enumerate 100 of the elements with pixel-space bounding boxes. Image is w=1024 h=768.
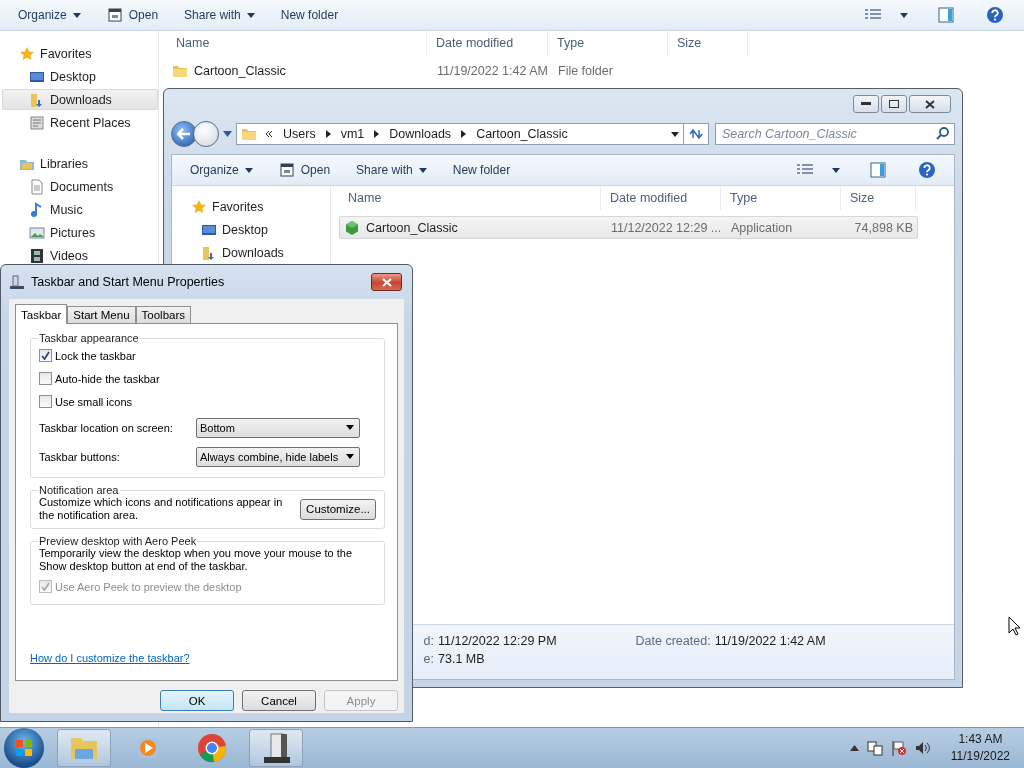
minimize-button[interactable] <box>853 95 879 113</box>
taskbar-app-button[interactable] <box>249 729 303 767</box>
preview-pane-icon <box>938 7 954 23</box>
forward-button[interactable] <box>193 121 219 147</box>
windows-logo-icon <box>15 739 33 757</box>
nav-item[interactable]: Videos <box>2 245 158 266</box>
chevron-icon <box>325 130 331 138</box>
minimize-icon <box>861 102 871 106</box>
dropdown[interactable]: Always combine, hide labels <box>196 446 360 467</box>
start-button[interactable] <box>4 728 44 768</box>
dropdown[interactable]: Bottom <box>196 417 360 438</box>
play-icon <box>135 735 161 761</box>
file-row[interactable]: Cartoon_Classic 11/19/2022 1:42 AM File folder <box>167 59 750 82</box>
column-header[interactable]: Date modified <box>601 186 721 210</box>
type-cell-text: File folder <box>557 63 614 78</box>
toolbar-button[interactable]: Organize <box>182 160 261 180</box>
column-header[interactable]: Type <box>548 31 668 55</box>
type-cell-text: Application <box>730 220 794 235</box>
checkbox[interactable] <box>39 372 52 385</box>
checkmark-icon <box>41 582 50 591</box>
checkbox[interactable] <box>39 395 52 408</box>
maximize-icon <box>889 100 899 108</box>
file-row[interactable]: Cartoon_Classic 11/12/2022 12:29 ... Application 74,898 KB <box>339 216 918 239</box>
caret-icon <box>671 131 679 137</box>
caret-icon <box>832 167 840 173</box>
view-options-icon <box>864 8 882 22</box>
nav-item[interactable]: Downloads <box>2 89 158 110</box>
close-button[interactable] <box>909 95 951 113</box>
toolbar-button[interactable]: Open <box>98 4 167 26</box>
toolbar-button[interactable]: New folder <box>444 160 519 180</box>
column-header[interactable]: Type <box>721 186 841 210</box>
chevron-icon <box>374 130 380 138</box>
picture-icon <box>29 224 45 241</box>
toolbar-button[interactable]: Open <box>270 159 339 181</box>
view-options-icon <box>796 163 814 177</box>
column-header[interactable]: Name <box>167 31 427 55</box>
dropdown-label: Taskbar location on screen: <box>39 421 174 434</box>
browser-icon <box>197 733 227 763</box>
detail-value: 11/19/2022 1:42 AM <box>714 634 826 650</box>
clock[interactable]: 1:43 AM 11/19/2022 <box>950 731 1010 765</box>
breadcrumb[interactable]: Downloads <box>387 127 454 141</box>
breadcrumb[interactable]: Users <box>281 127 318 141</box>
nav-item[interactable]: Downloads <box>174 242 330 263</box>
nav-item[interactable]: Desktop <box>174 219 330 240</box>
nav-item[interactable]: Pictures <box>2 222 158 243</box>
toolbar-button[interactable]: Organize <box>10 5 89 25</box>
description-text: Temporarily view the desktop when you move your mouse to the Show desktop button at end of the taskbar. <box>39 547 354 573</box>
mouse-pointer-icon <box>1008 616 1021 636</box>
caret-icon <box>244 167 253 173</box>
detail-value: 73.1 MB <box>438 652 486 668</box>
caret-icon <box>900 12 908 18</box>
nav-item[interactable]: Desktop <box>2 66 158 87</box>
column-header[interactable]: Name <box>339 186 601 210</box>
close-button[interactable] <box>371 273 402 291</box>
file-name: Cartoon_Classic <box>194 63 286 78</box>
search-icon <box>936 127 949 140</box>
maximize-button[interactable] <box>881 95 907 113</box>
detail-label: Date created: <box>634 634 711 650</box>
caret-icon <box>223 131 232 137</box>
nav-item[interactable]: Libraries <box>2 153 158 174</box>
column-header[interactable]: Size <box>841 186 916 210</box>
dialog-button[interactable]: OK <box>160 690 234 711</box>
tab[interactable]: Toolbars <box>135 306 191 323</box>
caret-icon <box>346 425 354 430</box>
application-icon <box>344 219 360 236</box>
date-cell-text: 11/12/2022 12:29 ... <box>610 220 722 235</box>
description-text: Customize which icons and notifications appear in the notification area. <box>39 496 284 522</box>
nav-item[interactable]: Music <box>2 199 158 220</box>
nav-item[interactable]: Favorites <box>174 196 330 217</box>
toolbar-button[interactable]: Share with <box>348 160 435 180</box>
tab[interactable]: Start Menu <box>67 306 136 323</box>
help-link[interactable]: How do I customize the taskbar? <box>30 652 190 664</box>
dialog-button[interactable]: Cancel <box>242 690 316 711</box>
size-cell-text: 74,898 KB <box>853 220 914 235</box>
column-header[interactable]: Date modified <box>427 31 548 55</box>
date-cell-text: 11/19/2022 1:42 AM <box>436 63 549 78</box>
nav-item[interactable]: Favorites <box>2 43 158 64</box>
toolbar-button[interactable]: Share with <box>176 5 263 25</box>
customize-button[interactable]: Customize... <box>300 498 376 520</box>
nav-item[interactable]: Recent Places <box>2 112 158 133</box>
breadcrumb[interactable]: vm1 <box>338 127 367 141</box>
detail-label: d: <box>422 634 434 650</box>
checkbox[interactable] <box>39 349 52 362</box>
group-title: Preview desktop with Aero Peek <box>38 535 198 547</box>
star-icon <box>19 45 35 62</box>
tab[interactable]: Taskbar <box>15 304 68 324</box>
address-bar[interactable]: Users vm1 Downloads Cartoon_Classic <box>236 123 684 145</box>
back-button[interactable] <box>171 121 197 147</box>
checkbox-label: Lock the taskbar <box>55 349 136 362</box>
folder-icon <box>69 735 99 761</box>
column-header[interactable]: Size <box>668 31 748 55</box>
toolbar-button[interactable]: New folder <box>272 5 347 25</box>
group-title: Taskbar appearance <box>38 332 140 344</box>
breadcrumb[interactable]: Cartoon_Classic <box>474 127 570 141</box>
nav-item[interactable]: Documents <box>2 176 158 197</box>
window-icon <box>106 7 123 23</box>
refresh-button[interactable] <box>683 123 709 145</box>
search-field[interactable]: Search Cartoon_Classic <box>715 123 955 145</box>
caret-icon <box>418 167 427 173</box>
back-arrow-icon <box>177 128 191 140</box>
